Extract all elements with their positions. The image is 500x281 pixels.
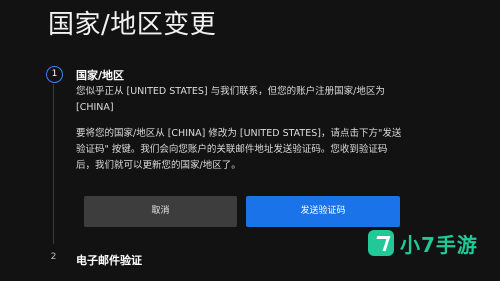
- step-connector: [53, 84, 54, 244]
- step-1-title: 国家/地区: [76, 69, 125, 82]
- watermark: 小7手游: [368, 225, 478, 261]
- watermark-text: 小7手游: [400, 232, 478, 257]
- page-title: 国家/地区变更: [48, 10, 217, 40]
- step-2-title: 电子邮件验证: [76, 254, 142, 267]
- step-1-number: 1: [46, 66, 63, 83]
- step-1-description: 您似乎正从 [UNITED STATES] 与我们联系，但您的账户注册国家/地区…: [76, 86, 385, 113]
- watermark-logo-icon: [368, 230, 394, 256]
- cancel-button[interactable]: 取消: [84, 196, 237, 227]
- step-1-instructions: 要将您的国家/地区从 [CHINA] 修改为 [UNITED STATES]，请…: [76, 128, 402, 171]
- step-2-number: 2: [50, 252, 57, 262]
- send-code-button[interactable]: 发送验证码: [246, 196, 400, 227]
- page: 国家/地区变更 1 国家/地区 您似乎正从 [UNITED STATES] 与我…: [0, 0, 500, 281]
